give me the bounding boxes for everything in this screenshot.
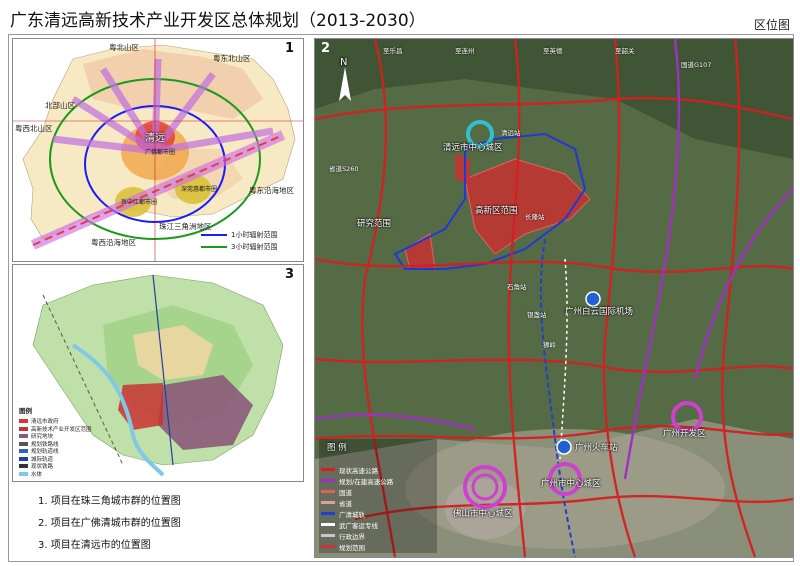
label-small3: 狮岭 bbox=[543, 341, 556, 349]
label-metro-shenguanhui: 深莞惠都市圈 bbox=[181, 186, 218, 193]
label-northwest-mountain: 北部山区 bbox=[45, 101, 75, 110]
legend2-label: 规划/在建高速公路 bbox=[339, 478, 394, 486]
legend2-label: 现状高速公路 bbox=[339, 467, 378, 475]
label-guangzhou-center: 广州市中心城区 bbox=[541, 479, 601, 489]
label-qingyuan-station: 清远站 bbox=[501, 129, 521, 137]
legend3-title: 图例 bbox=[19, 407, 32, 415]
legend3-swatch bbox=[19, 419, 28, 423]
panel-qingyuan-city-map: 3 图例 清远市政府 高新技术产业开发区范围 研究地块 规划铁路线 规划轨道线 城际轨道现… bbox=[12, 264, 304, 482]
legend2-item: 广清城轨 bbox=[321, 509, 365, 519]
label-guangzhou-dev: 广州开发区 bbox=[663, 429, 706, 439]
legend2-label: 广清城轨 bbox=[339, 511, 365, 519]
legend3-swatch bbox=[19, 441, 28, 446]
label-small1: 石角站 bbox=[507, 283, 527, 291]
compass-north: N bbox=[340, 57, 348, 68]
legend2-swatch bbox=[321, 479, 335, 482]
legend2-swatch bbox=[321, 512, 335, 515]
panel-guangfoqing-map: 2 N 清远市中心城区 清远站 高新区范围 研究范围 广州白云国际机场 广州火车… bbox=[314, 38, 794, 558]
caption-2: 2. 项目在广佛清城市群的位置图 bbox=[38, 518, 181, 529]
label-west-north-mountain: 粤西北山区 bbox=[15, 124, 53, 133]
label-road6: 至韶关 bbox=[615, 47, 635, 55]
legend2-swatch bbox=[321, 534, 335, 537]
label-research-zone: 研究范围 bbox=[357, 219, 392, 229]
legend2-item: 现状高速公路 bbox=[321, 465, 378, 475]
legend3-swatch bbox=[19, 464, 28, 468]
legend2-item: 规划范围 bbox=[321, 542, 365, 552]
label-changlong: 长隆站 bbox=[525, 213, 545, 221]
label-small2: 银盏站 bbox=[527, 311, 547, 319]
legend2-swatch bbox=[321, 523, 335, 526]
legend3-item: 水体 bbox=[19, 470, 43, 478]
legend3-label: 水体 bbox=[31, 471, 43, 478]
label-metro-zhuzhongjiang: 珠中江都市圈 bbox=[121, 199, 158, 206]
label-northeast-mountain: 粤东北山区 bbox=[213, 54, 251, 63]
legend2-swatch bbox=[321, 468, 335, 471]
map-type-badge: 区位图 bbox=[753, 18, 790, 32]
legend3-swatch bbox=[19, 434, 28, 438]
legend2-item: 行政边界 bbox=[321, 531, 365, 541]
label-west-coast: 粤西沿海地区 bbox=[91, 238, 136, 247]
legend2-item: 省道 bbox=[321, 498, 352, 508]
legend2-label: 行政边界 bbox=[339, 533, 365, 541]
label-delta: 珠江三角洲地区 bbox=[159, 222, 212, 231]
legend2-label: 规划范围 bbox=[339, 544, 365, 552]
legend2-list: 现状高速公路规划/在建高速公路 国道省道广清城轨武广客运专线 行政边界规划范围 bbox=[319, 451, 489, 555]
legend3-swatch bbox=[19, 426, 28, 431]
label-road2: 省道S260 bbox=[329, 165, 359, 173]
label-north-mountain: 粤北山区 bbox=[109, 43, 139, 52]
legend-3hour: 3小时辐射范围 bbox=[231, 243, 278, 251]
caption-1: 1. 项目在珠三角城市群的位置图 bbox=[38, 496, 181, 507]
label-road4: 至连州 bbox=[455, 47, 475, 55]
label-metro-guangfo: 广佛都市圈 bbox=[145, 149, 176, 156]
panel-number-3: 3 bbox=[285, 267, 295, 282]
legend3-swatch bbox=[19, 449, 28, 453]
label-road1: 国道G107 bbox=[681, 61, 712, 69]
legend3-swatch bbox=[19, 471, 28, 476]
label-road5: 至英德 bbox=[543, 47, 563, 55]
label-qingyuan: 清远 bbox=[145, 133, 165, 144]
label-baiyun-airport: 广州白云国际机场 bbox=[565, 307, 634, 317]
legend3-swatch bbox=[19, 456, 28, 461]
label-dev-zone: 高新区范围 bbox=[475, 206, 518, 216]
label-guangzhou-station: 广州火车站 bbox=[575, 443, 618, 453]
legend2-label: 武广客运专线 bbox=[339, 522, 378, 530]
panel-number-1: 1 bbox=[285, 41, 295, 56]
captions: 1. 项目在珠三角城市群的位置图 2. 项目在广佛清城市群的位置图 3. 项目在… bbox=[12, 484, 302, 556]
label-road3: 至乐昌 bbox=[383, 47, 403, 55]
legend2-swatch bbox=[321, 490, 335, 493]
panel-number-2: 2 bbox=[321, 41, 331, 56]
legend2-label: 省道 bbox=[339, 500, 352, 508]
label-qingyuan-center: 清远市中心城区 bbox=[443, 143, 503, 153]
legend2-item: 国道 bbox=[321, 487, 352, 497]
caption-3: 3. 项目在清远市的位置图 bbox=[38, 540, 151, 551]
legend2-item: 武广客运专线 bbox=[321, 520, 378, 530]
label-east-coast: 粤东沿海地区 bbox=[249, 186, 294, 195]
legend2-label: 国道 bbox=[339, 489, 352, 497]
legend-1hour: 1小时辐射范围 bbox=[231, 231, 278, 239]
legend2-swatch bbox=[321, 545, 335, 548]
legend2-swatch bbox=[321, 501, 335, 504]
legend2-item: 规划/在建高速公路 bbox=[321, 476, 394, 486]
page-title: 广东清远高新技术产业开发区总体规划（2013-2030） bbox=[10, 11, 426, 31]
panel-pearl-river-delta-map: 1 粤北山区 粤东北山区 北部山区 粤西北山区 粤东沿海地区 粤西沿海地区 珠江… bbox=[12, 38, 304, 262]
